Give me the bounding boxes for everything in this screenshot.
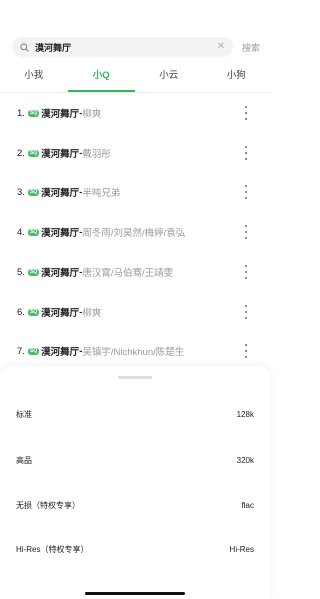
song-title: 漠河舞厅: [41, 109, 80, 120]
sq-badge: SQ: [27, 268, 40, 276]
song-item[interactable]: 5. SQ 漠河舞厅 - 唐汉霄/马伯骞/王靖雯: [17, 262, 257, 282]
song-title: 漠河舞厅: [41, 308, 80, 319]
song-index: 7.: [17, 345, 25, 357]
song-artist: 半吨兄弟: [82, 188, 121, 199]
sheet-drag-handle[interactable]: [118, 376, 152, 379]
song-index: 6.: [17, 306, 25, 318]
song-index: 3.: [17, 186, 25, 198]
song-item[interactable]: 3. SQ 漠河舞厅 - 半吨兄弟: [17, 182, 257, 202]
quality-label: Hi-Res（特权专享）: [16, 544, 89, 554]
more-icon[interactable]: [244, 305, 248, 319]
quality-label: 高品: [16, 455, 32, 465]
quality-value: 128k: [236, 409, 254, 419]
tab-xiaowo[interactable]: 小我: [0, 66, 68, 92]
more-icon[interactable]: [244, 265, 248, 279]
source-tabs: 小我 小Q 小云 小狗: [0, 66, 270, 92]
sq-badge: SQ: [27, 109, 40, 117]
more-icon[interactable]: [244, 106, 248, 120]
quality-option-hires[interactable]: Hi-Res（特权专享） Hi-Res: [16, 540, 254, 558]
sq-badge: SQ: [27, 308, 40, 316]
song-title: 漠河舞厅: [41, 228, 80, 239]
quality-value: Hi-Res: [229, 544, 254, 554]
song-artist: 柳爽: [82, 109, 102, 120]
sq-badge: SQ: [27, 188, 40, 196]
clear-icon[interactable]: ✕: [217, 42, 225, 52]
search-query: 漠河舞厅: [35, 42, 72, 53]
song-title: 漠河舞厅: [41, 347, 80, 358]
search-icon: [20, 42, 29, 52]
search-input[interactable]: 漠河舞厅 ✕: [12, 37, 233, 57]
song-artist: 周冬雨/刘昊然/梅婷/袁弘: [82, 228, 186, 239]
song-item[interactable]: 7. SQ 漠河舞厅 - 吴镇宇/Nichkhun/陈楚生: [17, 341, 257, 361]
song-artist: 唐汉霄/马伯骞/王靖雯: [82, 268, 174, 279]
song-artist: 吴镇宇/Nichkhun/陈楚生: [82, 347, 185, 358]
more-icon[interactable]: [244, 225, 248, 239]
quality-value: flac: [241, 500, 254, 510]
song-artist: 戴羽彤: [82, 149, 111, 160]
quality-value: 320k: [236, 455, 254, 465]
tabs-divider: [0, 92, 270, 93]
song-index: 2.: [17, 147, 25, 159]
sq-badge: SQ: [27, 149, 40, 157]
quality-option-high[interactable]: 高品 320k: [16, 451, 254, 469]
song-artist: 柳爽: [82, 308, 102, 319]
song-index: 4.: [17, 226, 25, 238]
quality-option-standard[interactable]: 标准 128k: [16, 405, 254, 423]
tab-xiaoq[interactable]: 小Q: [67, 66, 136, 92]
quality-label: 无损（特权专享）: [16, 500, 80, 510]
song-title: 漠河舞厅: [41, 149, 80, 160]
song-title: 漠河舞厅: [41, 188, 80, 199]
quality-bottom-sheet: [0, 366, 270, 599]
song-index: 1.: [17, 107, 25, 119]
sq-badge: SQ: [27, 228, 40, 236]
quality-label: 标准: [16, 409, 32, 419]
song-index: 5.: [17, 266, 25, 278]
search-bar: 漠河舞厅 ✕ 搜索: [12, 37, 262, 57]
more-icon[interactable]: [244, 344, 248, 358]
song-item[interactable]: 6. SQ 漠河舞厅 - 柳爽: [17, 302, 257, 322]
more-icon[interactable]: [244, 185, 248, 199]
song-item[interactable]: 2. SQ 漠河舞厅 - 戴羽彤: [17, 143, 257, 163]
tab-xiaoyun[interactable]: 小云: [135, 66, 203, 92]
song-title: 漠河舞厅: [41, 268, 80, 279]
sq-badge: SQ: [27, 347, 40, 355]
more-icon[interactable]: [244, 146, 248, 160]
song-item[interactable]: 1. SQ 漠河舞厅 - 柳爽: [17, 103, 257, 123]
quality-option-lossless[interactable]: 无损（特权专享） flac: [16, 496, 254, 514]
tab-xiaogou[interactable]: 小狗: [203, 66, 271, 92]
search-button[interactable]: 搜索: [242, 41, 260, 54]
home-indicator[interactable]: [85, 592, 185, 595]
song-item[interactable]: 4. SQ 漠河舞厅 - 周冬雨/刘昊然/梅婷/袁弘: [17, 222, 257, 242]
